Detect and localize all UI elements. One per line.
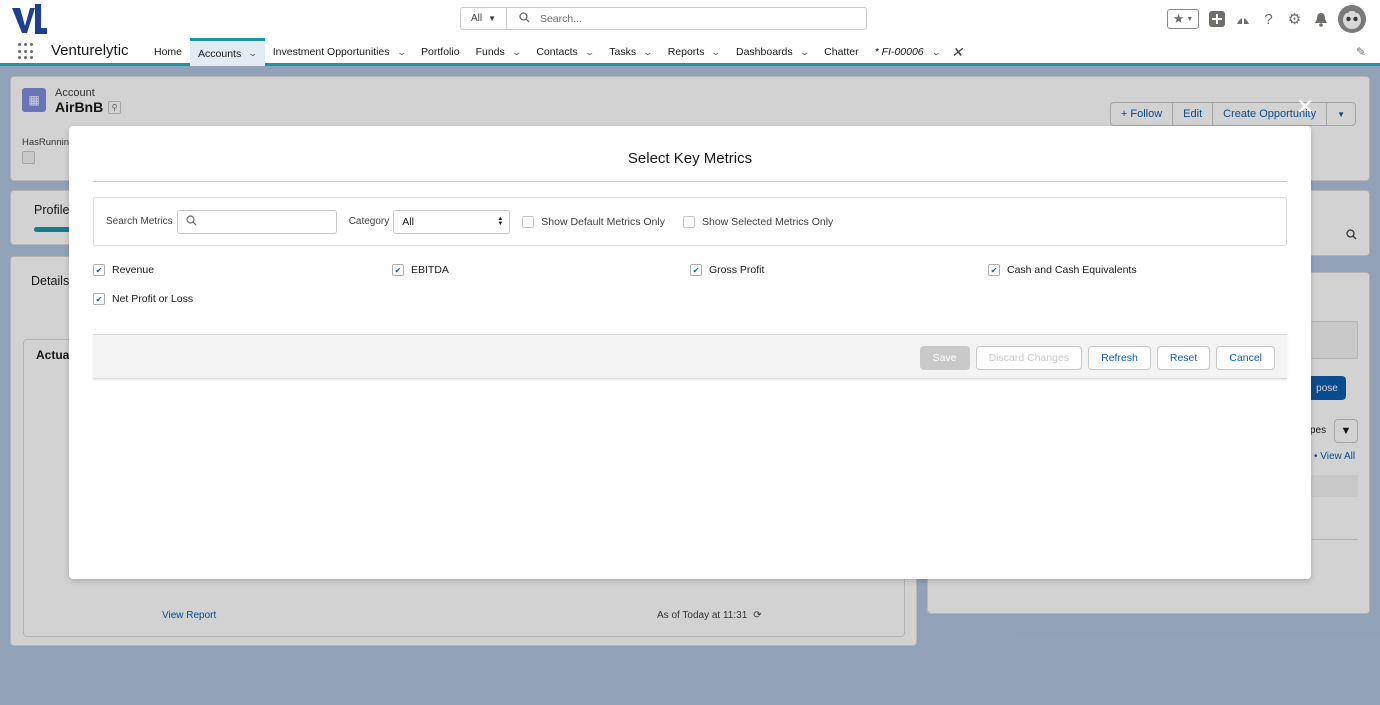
chevron-down-icon[interactable]: ⌄ [584, 47, 595, 58]
nav-items: Home Accounts ⌄ Investment Opportunities ⌄… [146, 38, 971, 66]
show-selected-metrics-toggle[interactable]: Show Selected Metrics Only [682, 215, 834, 228]
chevron-down-icon[interactable]: ⌄ [248, 48, 259, 59]
caret-down-icon: ▼ [488, 14, 497, 23]
category-label: Category [348, 216, 390, 227]
search-metrics-input[interactable] [176, 209, 337, 234]
show-selected-checkbox[interactable] [682, 215, 695, 228]
nav-item-label: Chatter [824, 46, 859, 58]
refresh-button[interactable]: Refresh [1088, 346, 1151, 370]
search-scope-label: All [470, 13, 483, 24]
metric-option-cash-and-cash-equivalents[interactable]: ✔ Cash and Cash Equivalents [988, 264, 1137, 276]
app-name: Venturelytic [51, 42, 129, 59]
favorites-button[interactable]: ★ ▼ [1167, 9, 1199, 29]
checkbox-checked-icon[interactable]: ✔ [690, 264, 702, 276]
user-avatar[interactable] [1338, 5, 1366, 33]
show-default-metrics-toggle[interactable]: Show Default Metrics Only [522, 215, 665, 228]
metric-label: Revenue [112, 264, 155, 276]
nav-item-contacts[interactable]: Contacts ⌄ [528, 38, 601, 66]
nav-item-label: Home [154, 46, 183, 58]
nav-item-chatter[interactable]: Chatter [816, 38, 866, 66]
close-tab-icon[interactable]: ✕ [951, 44, 963, 61]
nav-item-dashboards[interactable]: Dashboards ⌄ [728, 38, 816, 66]
show-selected-label: Show Selected Metrics Only [701, 215, 834, 228]
checkbox-checked-icon[interactable]: ✔ [93, 293, 105, 305]
app-launcher-icon[interactable] [18, 43, 35, 60]
search-icon [186, 214, 197, 229]
nav-item-label: Funds [475, 46, 505, 58]
chevron-down-icon[interactable]: ⌄ [711, 47, 722, 58]
metric-label: Net Profit or Loss [112, 293, 194, 305]
nav-item-tasks[interactable]: Tasks ⌄ [601, 38, 659, 66]
chevron-down-icon[interactable]: ⌄ [930, 47, 941, 58]
nav-item-label: * FI-00006 [874, 46, 924, 58]
modal-footer: Save Discard Changes Refresh Reset Cance… [93, 334, 1287, 379]
global-add-icon[interactable] [1208, 11, 1225, 28]
nav-item-label: Tasks [609, 46, 637, 58]
show-default-label: Show Default Metrics Only [541, 215, 665, 228]
venturelytic-logo-icon[interactable] [11, 4, 47, 34]
checkbox-checked-icon[interactable]: ✔ [988, 264, 1000, 276]
nav-item-label: Contacts [536, 46, 578, 58]
select-key-metrics-modal: Select Key Metrics Search Metrics Catego… [69, 126, 1311, 579]
chevron-down-icon[interactable]: ⌄ [799, 47, 810, 58]
discard-changes-button[interactable]: Discard Changes [975, 346, 1083, 370]
reset-button[interactable]: Reset [1156, 346, 1211, 370]
settings-gear-icon[interactable]: ⚙ [1286, 11, 1303, 28]
nav-item-accounts[interactable]: Accounts ⌄ [190, 38, 265, 66]
modal-close-icon[interactable]: ✕ [1296, 96, 1314, 118]
global-search[interactable]: All ▼ Search... [460, 7, 867, 30]
category-select[interactable]: All ▲ ▼ [393, 209, 511, 234]
checkbox-checked-icon[interactable]: ✔ [392, 264, 404, 276]
help-icon[interactable]: ? [1260, 11, 1277, 28]
metric-option-revenue[interactable]: ✔ Revenue [93, 264, 154, 276]
app-nav-bar: Venturelytic Home Accounts ⌄ Investment O… [0, 38, 1380, 66]
category-select-value: All [402, 215, 414, 228]
nav-item-label: Portfolio [421, 46, 460, 58]
metric-label: Gross Profit [709, 264, 765, 276]
caret-down-icon: ▼ [1186, 15, 1194, 23]
header-utility-icons: ★ ▼ ? ⚙ [1167, 5, 1366, 33]
save-button[interactable]: Save [919, 346, 970, 370]
chevron-down-icon[interactable]: ⌄ [511, 47, 522, 58]
chevron-down-icon[interactable]: ⌄ [396, 47, 407, 58]
metric-option-gross-profit[interactable]: ✔ Gross Profit [690, 264, 764, 276]
search-icon [519, 11, 530, 26]
show-default-checkbox[interactable] [522, 215, 535, 228]
metric-label: Cash and Cash Equivalents [1007, 264, 1137, 276]
nav-item-home[interactable]: Home [146, 38, 190, 66]
modal-actions: Save Discard Changes Refresh Reset Cance… [919, 346, 1275, 370]
search-metrics-label: Search Metrics [106, 216, 173, 227]
star-icon: ★ [1172, 11, 1185, 26]
checkbox-checked-icon[interactable]: ✔ [93, 264, 105, 276]
metric-label: EBITDA [411, 264, 449, 276]
modal-title: Select Key Metrics [627, 150, 753, 167]
nav-item-portfolio[interactable]: Portfolio [413, 38, 468, 66]
metrics-filter-bar: Search Metrics Category All ▲ ▼ Show Defa… [93, 197, 1287, 246]
nav-item-label: Reports [667, 46, 705, 58]
chevron-down-icon[interactable]: ⌄ [643, 47, 654, 58]
cancel-button[interactable]: Cancel [1216, 346, 1275, 370]
nav-item-reports[interactable]: Reports ⌄ [660, 38, 728, 66]
divider [93, 181, 1287, 182]
global-header: All ▼ Search... ★ ▼ ? ⚙ [0, 0, 1380, 38]
search-scope-dropdown[interactable]: All ▼ [461, 8, 507, 29]
select-arrows-icon: ▲ ▼ [497, 215, 504, 227]
search-input[interactable]: Search... [507, 11, 583, 26]
metric-option-ebitda[interactable]: ✔ EBITDA [392, 264, 449, 276]
nav-item-open-tab[interactable]: * FI-00006 ⌄ ✕ [867, 38, 971, 66]
nav-item-investment-opportunities[interactable]: Investment Opportunities ⌄ [265, 38, 413, 66]
notifications-bell-icon[interactable] [1312, 11, 1329, 28]
nav-item-funds[interactable]: Funds ⌄ [468, 38, 529, 66]
metric-option-net-profit-or-loss[interactable]: ✔ Net Profit or Loss [93, 293, 193, 305]
nav-item-label: Investment Opportunities [272, 46, 390, 58]
search-placeholder: Search... [540, 12, 583, 25]
trailhead-icon[interactable] [1234, 11, 1251, 28]
nav-item-label: Dashboards [736, 46, 793, 58]
edit-nav-pencil-icon[interactable]: ✎ [1356, 45, 1366, 59]
nav-item-label: Accounts [198, 47, 242, 60]
